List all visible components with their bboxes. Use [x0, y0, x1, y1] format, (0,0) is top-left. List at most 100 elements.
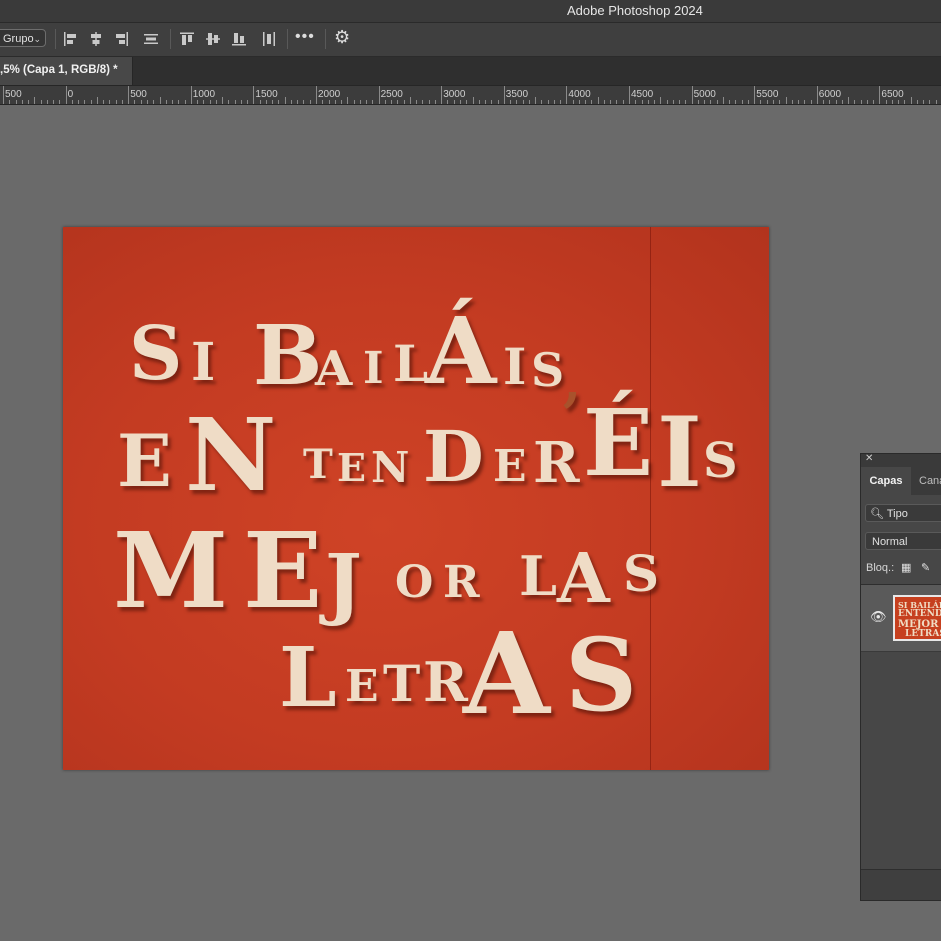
ruler-minor-tick	[353, 100, 355, 104]
ruler-minor-tick	[272, 100, 274, 104]
ruler-minor-tick	[259, 100, 261, 104]
ruler-minor-tick	[34, 97, 36, 104]
ruler-minor-tick	[704, 100, 706, 104]
ruler-minor-tick	[522, 100, 524, 104]
ruler-label: 0	[67, 89, 74, 100]
ruler-label: 6000	[818, 89, 842, 100]
ruler-label: 5000	[693, 89, 716, 100]
document-canvas[interactable]: S I B A I L Á I S , E N T E N D E R É I …	[63, 227, 769, 770]
lock-paint-icon[interactable]: ✎	[921, 561, 933, 574]
document-tab-label: ,5% (Capa 1, RGB/8) *	[0, 64, 118, 76]
ruler-minor-tick	[616, 100, 618, 104]
document-tab[interactable]: ,5% (Capa 1, RGB/8) *	[0, 57, 133, 85]
tab-channels[interactable]: Cana	[919, 467, 941, 495]
ruler-tick	[190, 86, 192, 104]
ruler-minor-tick	[891, 100, 893, 104]
ruler-minor-tick	[841, 100, 843, 104]
ruler-minor-tick	[829, 100, 831, 104]
ruler-minor-tick	[547, 100, 549, 104]
horizontal-ruler[interactable]: 500 0 500 1000 1500 2000 2500 3000 3500 4000 4500 5…	[0, 86, 941, 105]
ruler-minor-tick	[172, 100, 174, 104]
close-icon[interactable]: ✕	[865, 453, 873, 464]
ruler-minor-tick	[760, 100, 762, 104]
ruler-minor-tick	[284, 97, 286, 104]
lock-transparency-icon[interactable]: ▦	[901, 561, 913, 574]
ruler-minor-tick	[603, 100, 605, 104]
auto-select-value: Grupo	[3, 33, 34, 45]
ruler-minor-tick	[59, 100, 61, 104]
panel-header: ✕	[861, 453, 941, 467]
ruler-minor-tick	[541, 100, 543, 104]
ruler-minor-tick	[935, 100, 937, 104]
ruler-minor-tick	[121, 100, 123, 104]
gear-icon[interactable]: ⚙	[334, 27, 350, 48]
ruler-minor-tick	[84, 100, 86, 104]
layer-thumbnail: SI BAILÁIS ENTENDERÉIS MEJOR LAS LETRAS	[893, 595, 941, 641]
distribute-vertical-icon[interactable]	[260, 31, 278, 47]
align-vertical-center-icon[interactable]	[204, 31, 222, 47]
ruler-minor-tick	[222, 97, 224, 104]
ruler-label: 1500	[255, 89, 278, 100]
align-top-icon[interactable]	[178, 31, 196, 47]
options-bar: Grupo ⌄ ••• ⚙	[0, 23, 941, 57]
ruler-tick	[816, 86, 818, 104]
ruler-minor-tick	[735, 100, 737, 104]
ruler-minor-tick	[929, 100, 931, 104]
ruler-minor-tick	[165, 100, 167, 104]
ruler-tick	[503, 86, 505, 104]
ruler-minor-tick	[434, 100, 436, 104]
ruler-minor-tick	[585, 100, 587, 104]
ruler-minor-tick	[823, 100, 825, 104]
ruler-minor-tick	[209, 100, 211, 104]
ruler-minor-tick	[240, 100, 242, 104]
ruler-tick	[754, 86, 756, 104]
ruler-minor-tick	[303, 100, 305, 104]
ruler-minor-tick	[472, 97, 474, 104]
ruler-minor-tick	[234, 100, 236, 104]
title-bar: Adobe Photoshop 2024	[0, 0, 941, 23]
ruler-minor-tick	[341, 100, 343, 104]
ruler-tick	[3, 86, 4, 104]
align-bottom-icon[interactable]	[230, 31, 248, 47]
distribute-horizontal-icon[interactable]	[142, 31, 160, 47]
lock-label: Bloq.:	[866, 562, 895, 574]
ruler-tick	[566, 86, 568, 104]
ruler-minor-tick	[848, 97, 850, 104]
ruler-minor-tick	[798, 100, 800, 104]
ruler-minor-tick	[485, 100, 487, 104]
ruler-minor-tick	[115, 100, 117, 104]
eye-icon[interactable]: 👁︎	[870, 609, 887, 625]
ruler-minor-tick	[741, 100, 743, 104]
ruler-minor-tick	[322, 100, 324, 104]
align-horizontal-center-icon[interactable]	[87, 31, 105, 47]
ruler-minor-tick	[729, 100, 731, 104]
ruler-minor-tick	[197, 100, 199, 104]
layer-row[interactable]: 👁︎ SI BAILÁIS ENTENDERÉIS MEJOR LAS LETR…	[861, 585, 941, 652]
panel-tabs: Capas Cana	[861, 467, 941, 495]
ruler-minor-tick	[560, 100, 562, 104]
auto-select-dropdown[interactable]: Grupo ⌄	[0, 29, 46, 47]
ruler-minor-tick	[528, 100, 530, 104]
ruler-minor-tick	[215, 100, 217, 104]
align-left-icon[interactable]	[62, 31, 80, 47]
ruler-minor-tick	[453, 100, 455, 104]
layer-filter-dropdown[interactable]: 🔍︎ Tipo	[865, 504, 941, 522]
ruler-tick	[128, 86, 130, 104]
tab-layers[interactable]: Capas	[861, 467, 911, 495]
ruler-minor-tick	[553, 100, 555, 104]
ruler-minor-tick	[622, 100, 624, 104]
more-options-button[interactable]: •••	[295, 28, 315, 46]
ruler-minor-tick	[384, 100, 386, 104]
align-right-icon[interactable]	[112, 31, 130, 47]
toolbar-divider	[287, 29, 288, 49]
ruler-minor-tick	[9, 100, 11, 104]
ruler-minor-tick	[535, 97, 537, 104]
ruler-minor-tick	[109, 100, 111, 104]
blend-mode-dropdown[interactable]: Normal	[865, 532, 941, 550]
ruler-minor-tick	[409, 97, 411, 104]
ruler-minor-tick	[685, 100, 687, 104]
ruler-minor-tick	[779, 100, 781, 104]
ruler-minor-tick	[297, 100, 299, 104]
ruler-tick	[629, 86, 630, 104]
ruler-minor-tick	[134, 100, 136, 104]
